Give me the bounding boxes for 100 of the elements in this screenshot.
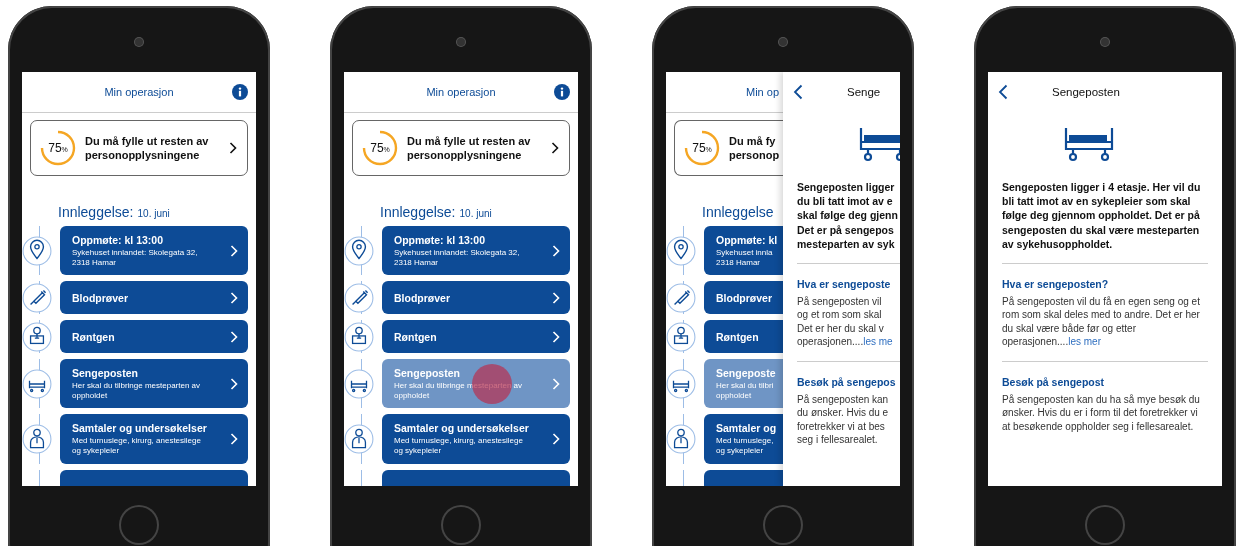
- chevron-icon: [230, 330, 238, 343]
- list-card[interactable]: Røntgen: [382, 320, 570, 354]
- chevron-icon: [552, 330, 560, 343]
- timeline-symbol: [29, 326, 45, 344]
- card-title: Blodprøver: [394, 291, 451, 304]
- list-card[interactable]: Blodprøver: [382, 281, 570, 315]
- timeline-symbol: [350, 379, 368, 392]
- card-title: Samtaler og undersøkelser: [72, 422, 208, 435]
- bed-icon: [1064, 126, 1114, 162]
- camera-icon: [135, 38, 143, 46]
- timeline-symbol: [28, 379, 46, 392]
- chevron-icon: [230, 244, 238, 257]
- list-card[interactable]: Røntgen: [704, 320, 783, 354]
- timeline-symbol: [351, 239, 367, 259]
- card-title: Røntgen: [716, 330, 760, 343]
- screen-title: Min op: [746, 86, 780, 98]
- card-subtitle: Her skal du tilbri oppholdet: [716, 381, 775, 401]
- progress-ring: [684, 130, 720, 166]
- screen-title: Senge: [847, 86, 881, 98]
- admission-date: 10. juni: [459, 208, 492, 219]
- screen-title: Min operasjon: [426, 86, 496, 98]
- card-title: Samtaler og: [716, 422, 778, 435]
- card-subtitle: Sykehuset innlandet: Skolegata 32, 2318 Hamar: [394, 248, 521, 268]
- section-heading: Innleggelse:: [380, 204, 456, 220]
- card-subtitle: Med turnuslege, og sykepleier: [716, 436, 775, 456]
- list-card[interactable]: Samtaler og Med turnuslege, og sykepleier: [704, 414, 783, 464]
- timeline-symbol: [351, 289, 369, 305]
- card-title: Samtaler og undersøkelser: [394, 422, 530, 435]
- timeline-symbol: [351, 326, 367, 344]
- camera-icon: [1101, 38, 1109, 46]
- card-subtitle: Sykehuset innlandet: Skolegata 32, 2318 Hamar: [72, 248, 199, 268]
- chevron-icon: [551, 142, 559, 154]
- info-heading: Besøk på sengepost: [1002, 375, 1106, 388]
- info-icon[interactable]: [554, 84, 570, 100]
- timeline-symbol: [29, 289, 47, 305]
- read-more-link[interactable]: les mer: [1068, 336, 1101, 348]
- list-card[interactable]: Blodprøver: [60, 281, 248, 315]
- chevron-icon: [230, 432, 238, 445]
- chevron-icon: [230, 291, 238, 304]
- camera-icon: [457, 38, 465, 46]
- card-subtitle: Med turnuslege, kirurg, anestesilege og sykepleier: [394, 436, 524, 456]
- list-card[interactable]: Samtaler og undersøkelser Med turnuslege, kirurg, anestesilege og sykepleier: [60, 414, 248, 464]
- info-text: På sengeposten vil du få en egen seng og et rom som skal deles med to andre. Det er her du skal være både før og etter operasjonen....les mer: [1002, 294, 1201, 349]
- card-subtitle: Sykehuset innla 2318 Hamar: [716, 248, 774, 268]
- card-title: Oppmøte: kl 13:00: [72, 234, 165, 246]
- timeline-symbol: [673, 289, 691, 305]
- bed-icon: [859, 126, 900, 162]
- admission-date: 10. juni: [137, 208, 170, 219]
- card-title: Sengeposte: [716, 367, 777, 380]
- chevron-icon: [230, 377, 238, 390]
- progress-message: Du må fylle ut resten av personopplysningene: [407, 133, 532, 163]
- card-title: Blodprøver: [716, 291, 773, 304]
- chevron-icon: [552, 432, 560, 445]
- chevron-icon: [552, 244, 560, 257]
- list-card[interactable]: Oppmøte: kl 13:00 Sykehuset innlandet: Skolegata 32, 2318 Hamar: [60, 226, 248, 276]
- card-title: Sengeposten: [394, 367, 461, 380]
- list-card[interactable]: Samtaler og undersøkelser Med turnuslege, kirurg, anestesilege og sykepleier: [382, 414, 570, 464]
- card-subtitle: Her skal du tilbringe mesteparten av oppholdet: [72, 381, 202, 401]
- progress-ring: [40, 130, 76, 166]
- timeline-symbol: [672, 379, 690, 392]
- section-heading: Innleggelse: [702, 204, 774, 220]
- card-title: Oppmøte: kl: [716, 234, 779, 246]
- progress-message: Du må fy personop: [729, 133, 781, 163]
- list-card[interactable]: Oppmøte: kl 13:00 Sykehuset innlandet: Skolegata 32, 2318 Hamar: [382, 226, 570, 276]
- card-title: Røntgen: [72, 330, 116, 343]
- card-subtitle: Med turnuslege, kirurg, anestesilege og sykepleier: [72, 436, 202, 456]
- list-card[interactable]: Blodprøver: [704, 281, 783, 315]
- back-icon[interactable]: [793, 84, 803, 100]
- timeline-symbol: [351, 428, 367, 449]
- progress-message: Du må fylle ut resten av personopplysningene: [85, 133, 210, 163]
- screen-title: Sengeposten: [1052, 86, 1120, 98]
- timeline-symbol: [673, 428, 689, 449]
- section-heading: Innleggelse:: [58, 204, 134, 220]
- card-title: Røntgen: [394, 330, 438, 343]
- info-heading: Besøk på sengepos: [797, 375, 897, 388]
- card-title: Blodprøver: [72, 291, 129, 304]
- info-text: På sengeposten kan du ha så mye besøk du ønsker. Hvis du er i form til det foretrekker vi at besøkende oppholder seg i fellesarealet.: [1002, 392, 1201, 434]
- card-title: Oppmøte: kl 13:00: [394, 234, 487, 246]
- chevron-icon: [552, 291, 560, 304]
- list-card[interactable]: Oppmøte: kl Sykehuset innla 2318 Hamar: [704, 226, 783, 276]
- progress-ring: [362, 130, 398, 166]
- info-icon[interactable]: [232, 84, 248, 100]
- screen-title: Min operasjon: [104, 86, 174, 98]
- chevron-icon: [229, 142, 237, 154]
- info-heading: Hva er sengeposte: [797, 277, 892, 290]
- card-title: Sengeposten: [72, 367, 139, 380]
- chevron-icon: [552, 377, 560, 390]
- info-text: På sengeposten kan du ønsker. Hvis du e foretrekker vi at bes seg i fellesarealet.: [797, 392, 890, 447]
- read-more-link[interactable]: les me: [863, 336, 893, 348]
- camera-icon: [779, 38, 787, 46]
- timeline-symbol: [29, 428, 45, 449]
- info-text: På sengeposten vil og et rom som skal Det er her du skal v operasjonen....les me: [797, 294, 894, 349]
- timeline-symbol: [29, 239, 45, 259]
- back-icon[interactable]: [998, 84, 1008, 100]
- timeline-symbol: [673, 326, 689, 344]
- list-card[interactable]: Sengeposten Her skal du tilbringe mesteparten av oppholdet: [60, 359, 248, 409]
- intro-text: Sengeposten ligger i 4 etasje. Her vil du bli tatt imot av en sykepleier som skal følge deg gjennom oppholdet. Det er på sengeposten du skal være mesteparten av sykehusoppholdet.: [1002, 180, 1202, 251]
- intro-text: Sengeposten ligger du bli tatt imot av e skal følge deg gjenn Det er på sengepos mesteparten av syk: [797, 180, 899, 251]
- timeline-symbol: [673, 239, 689, 259]
- list-card[interactable]: Røntgen: [60, 320, 248, 354]
